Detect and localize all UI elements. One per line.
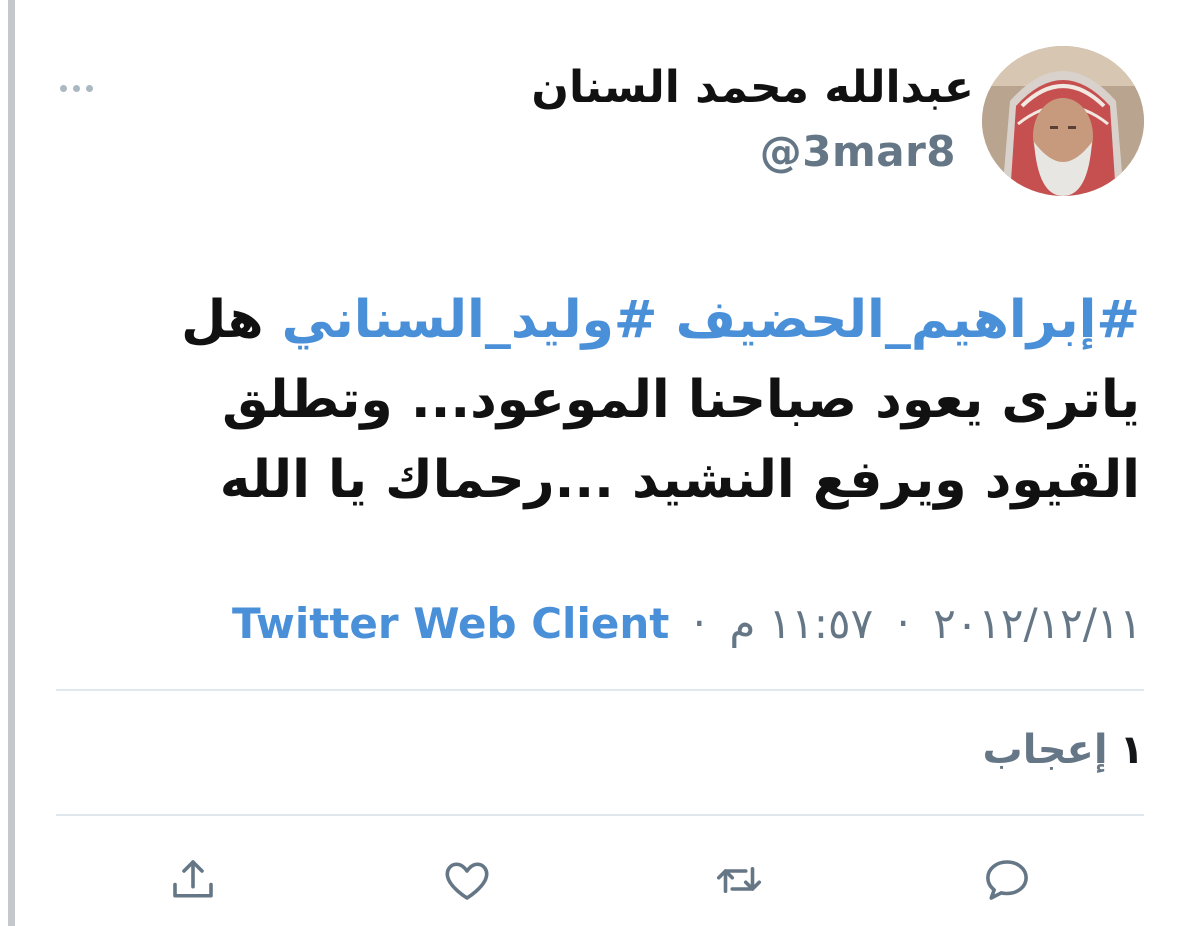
meta-separator: · xyxy=(692,599,707,648)
hashtag-link[interactable]: #وليد_السناني xyxy=(282,290,658,350)
meta-separator: · xyxy=(896,599,910,648)
share-icon xyxy=(173,860,213,898)
retweet-icon xyxy=(716,866,762,894)
reply-icon xyxy=(986,860,1028,900)
heart-icon xyxy=(445,862,489,900)
divider xyxy=(56,689,1144,691)
retweet-button[interactable] xyxy=(709,850,769,910)
tweet-time[interactable]: ١١:٥٧ م xyxy=(729,599,873,648)
divider xyxy=(56,814,1144,816)
author-display-name[interactable]: عبدالله محمد السنان xyxy=(531,58,974,118)
thread-rule xyxy=(8,0,15,926)
tweet-metadata: ٢٠١٢/١٢/١١ · ١١:٥٧ م · Twitter Web Clien… xyxy=(232,596,1142,652)
tweet-detail-view: عبدالله محمد السنان @3mar8 #إبراهيم_الحض… xyxy=(0,0,1200,926)
tweet-source-link[interactable]: Twitter Web Client xyxy=(232,599,669,648)
hashtag-link[interactable]: #إبراهيم_الحضيف xyxy=(676,290,1140,350)
dot-icon xyxy=(60,84,67,92)
author-handle[interactable]: @3mar8 xyxy=(760,124,956,180)
likes-count: ١ xyxy=(1119,727,1144,773)
more-options-button[interactable] xyxy=(60,78,104,98)
dot-icon xyxy=(73,84,80,92)
tweet-date[interactable]: ٢٠١٢/١٢/١١ xyxy=(933,599,1142,648)
tweet-text: #إبراهيم_الحضيف #وليد_السناني هل ياترى ي… xyxy=(160,280,1140,520)
reply-button[interactable] xyxy=(977,850,1037,910)
like-button[interactable] xyxy=(437,850,497,910)
share-button[interactable] xyxy=(163,850,223,910)
dot-icon xyxy=(86,84,93,92)
avatar[interactable] xyxy=(982,46,1144,196)
likes-label: إعجاب xyxy=(982,727,1108,773)
avatar-image xyxy=(982,46,1144,196)
likes-stat[interactable]: ١إعجاب xyxy=(983,722,1145,778)
